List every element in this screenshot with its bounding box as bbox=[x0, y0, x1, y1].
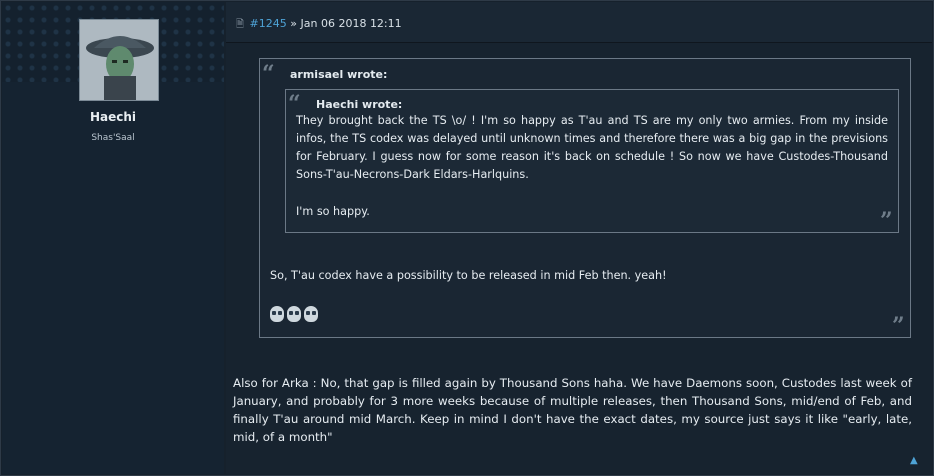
quote-close-icon: ” bbox=[880, 208, 893, 234]
avatar[interactable] bbox=[79, 19, 159, 101]
skull-emoji-icon bbox=[287, 306, 301, 322]
quote-open-icon: “ bbox=[262, 61, 275, 87]
post-number-link[interactable]: #1245 bbox=[250, 17, 287, 30]
outer-quote-author: armisael wrote: bbox=[290, 68, 388, 81]
post-meta: 🗎 #1245 » Jan 06 2018 12:11 bbox=[236, 17, 402, 34]
skull-emoji-icon bbox=[270, 306, 284, 322]
document-icon: 🗎 bbox=[236, 19, 245, 30]
post-header: 🗎 #1245 » Jan 06 2018 12:11 bbox=[226, 2, 932, 43]
user-rank: Shas'Saal bbox=[91, 133, 135, 143]
emoji-row bbox=[270, 306, 318, 322]
post-message: Also for Arka : No, that gap is filled a… bbox=[233, 376, 912, 444]
chevron-up-icon[interactable]: ▲ bbox=[910, 455, 918, 466]
username[interactable]: Haechi bbox=[2, 110, 224, 124]
inner-quote-text: They brought back the TS \o/ ! I'm so ha… bbox=[296, 114, 888, 181]
inner-quote-author: Haechi wrote: bbox=[316, 98, 403, 111]
skull-emoji-icon bbox=[304, 306, 318, 322]
post-date: Jan 06 2018 12:11 bbox=[300, 17, 402, 30]
post-author-panel: Haechi Shas'Saal bbox=[2, 2, 224, 474]
meta-separator: » bbox=[290, 17, 297, 30]
inner-quote-text-2: I'm so happy. bbox=[296, 205, 370, 218]
avatar-image bbox=[80, 20, 158, 100]
outer-quote-reply: So, T'au codex have a possibility to be … bbox=[270, 269, 667, 282]
quote-close-icon: ” bbox=[892, 313, 905, 339]
